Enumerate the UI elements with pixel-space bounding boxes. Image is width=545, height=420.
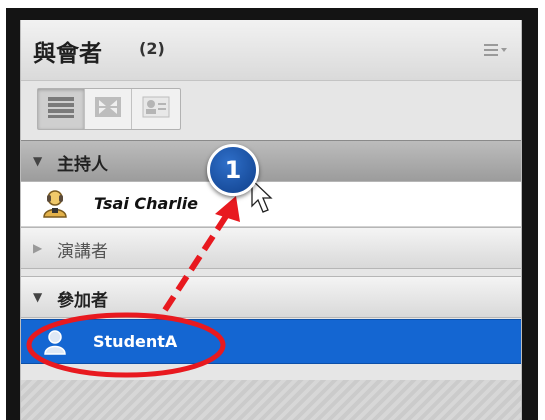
section-label: 主持人: [57, 155, 108, 175]
list-view-icon: [46, 95, 76, 123]
section-presenter[interactable]: ▶ 演講者: [21, 227, 521, 269]
attendee-card-view-button[interactable]: [132, 89, 179, 129]
attendee-row-host[interactable]: Tsai Charlie: [21, 182, 521, 227]
menu-lines-icon[interactable]: [483, 40, 509, 60]
empty-list-area: [21, 380, 521, 420]
grid-view-button[interactable]: [85, 89, 132, 129]
panel-header: 與會者 (2): [21, 20, 521, 81]
attendee-row-selected[interactable]: StudentA: [21, 319, 521, 364]
step-number-badge: 1: [207, 144, 259, 196]
collapse-arrow-icon: ▶: [33, 241, 43, 255]
list-view-button[interactable]: [38, 89, 85, 129]
section-participant[interactable]: ▼ 參加者: [21, 276, 521, 318]
expand-arrow-icon: ▼: [33, 290, 43, 304]
attendee-name: Tsai Charlie: [94, 194, 199, 213]
host-user-icon: [41, 189, 69, 223]
grid-view-icon: [93, 95, 123, 123]
section-host[interactable]: ▼ 主持人: [21, 140, 521, 182]
section-label: 參加者: [57, 291, 108, 311]
attendee-count: (2): [139, 39, 165, 58]
expand-arrow-icon: ▼: [33, 154, 43, 168]
participant-user-icon: [43, 329, 67, 359]
attendees-panel: 與會者 (2) ▼ 主持人 Tsai Charlie ▶ 演講者 ▼ 參加者 S…: [20, 20, 522, 420]
section-label: 演講者: [57, 242, 108, 262]
view-toolbar: [37, 88, 181, 130]
attendee-card-icon: [141, 95, 171, 123]
panel-title: 與會者: [33, 41, 102, 67]
attendee-name: StudentA: [93, 332, 178, 351]
